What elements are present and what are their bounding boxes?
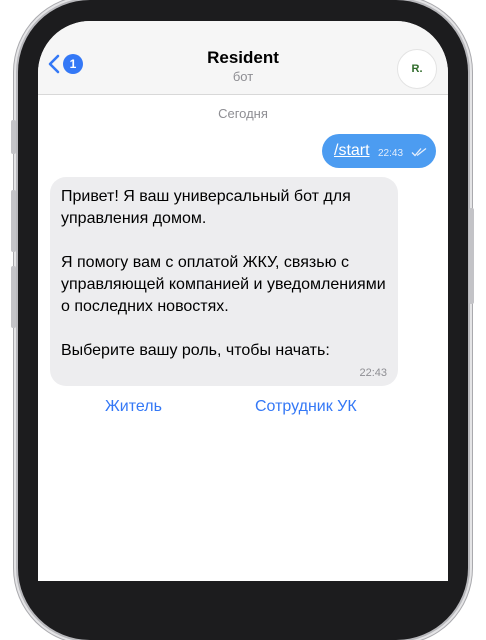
- power-button: [469, 208, 474, 304]
- message-list[interactable]: Сегодня /start 22:43 Привет! Я ваш униве…: [38, 95, 448, 581]
- chat-subtitle: бот: [232, 69, 254, 84]
- mute-switch: [11, 120, 16, 154]
- chat-title: Resident: [207, 48, 279, 67]
- message-time: 22:43: [359, 367, 387, 379]
- chat-header: 1 Resident бот R.: [38, 21, 448, 95]
- message-time: 22:43: [378, 148, 404, 159]
- role-button-resident[interactable]: Житель: [105, 398, 162, 416]
- role-button-staff[interactable]: Сотрудник УК: [255, 398, 357, 416]
- volume-up-button: [11, 190, 16, 252]
- screen: 1 Resident бот R. Сегодня /start 22:43 П…: [38, 21, 448, 581]
- message-text-command[interactable]: /start: [334, 142, 370, 160]
- double-check-icon: [411, 147, 427, 157]
- incoming-message[interactable]: Привет! Я ваш универсальный бот для упра…: [50, 177, 398, 386]
- avatar[interactable]: R.: [397, 49, 437, 89]
- volume-down-button: [11, 266, 16, 328]
- outgoing-message[interactable]: /start 22:43: [322, 134, 436, 168]
- date-separator: Сегодня: [218, 106, 268, 121]
- message-text: Привет! Я ваш универсальный бот для упра…: [61, 188, 386, 359]
